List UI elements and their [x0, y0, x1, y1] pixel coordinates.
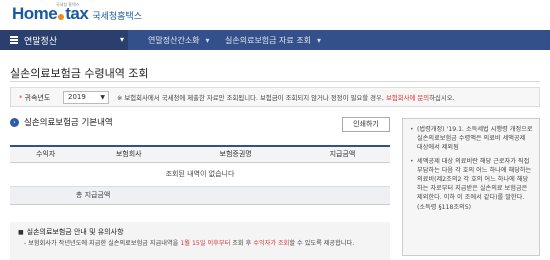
guide-highlight-date: 1월 15일 이후부터 — [180, 240, 231, 247]
column-header: 보험회사 — [81, 145, 177, 163]
divider — [10, 81, 540, 82]
breadcrumb-2-label: 실손의료보험금 자료 조회 — [225, 35, 312, 45]
guide-title: ■ 실손의료보험금 안내 및 유의사항 — [18, 227, 124, 237]
chevron-down-icon: ▾ — [119, 35, 124, 44]
filter-note-prefix: ※ 보험회사에서 국세청에 제출한 자료만 조회됩니다. 보험금이 조회되지 않… — [117, 94, 386, 102]
breadcrumb-1[interactable]: 연말정산간소화 ▾ — [148, 30, 210, 50]
logo-small-text: 국세청 홈택스 — [56, 2, 80, 7]
guide-text-suffix: 할 수 있도록 제공합니다. — [289, 240, 355, 247]
total-label: 총 지급금액 — [10, 186, 177, 205]
guide-title-text: 실손의료보험금 안내 및 유의사항 — [26, 228, 124, 236]
column-header: 보험증권명 — [176, 145, 295, 163]
chevron-down-icon: ▾ — [205, 35, 210, 45]
guide-text-prefix: - 보험회사가 작년년도에 지급한 실손의료보험금 지급내역을 — [24, 240, 181, 247]
nav-menu-label: 연말정산 — [24, 36, 58, 47]
square-bullet-icon: ■ — [18, 229, 24, 236]
section-title-text: 실손의료보험금 기본내역 — [24, 118, 113, 128]
logo-dot-icon — [58, 14, 65, 20]
column-header: 수익자 — [10, 145, 82, 163]
navbar: 연말정산 ▾ 연말정산간소화 ▾ 실손의료보험금 자료 조회 ▾ — [0, 30, 550, 50]
filter-box: * 귀속년도 2019 ▼ ※ 보험회사에서 국세청에 제출한 자료만 조회됩니다… — [10, 87, 540, 107]
filter-note: ※ 보험회사에서 국세청에 제출한 자료만 조회됩니다. 보험금이 조회되지 않… — [117, 93, 455, 102]
section-bullet-icon: › — [10, 117, 19, 127]
breadcrumb-1-label: 연말정산간소화 — [148, 35, 200, 45]
logo-bar: Home tax 국세청 홈택스 국세청홈택스 — [0, 0, 550, 28]
required-mark: * — [19, 94, 23, 102]
chevron-down-icon: ▼ — [100, 94, 105, 101]
section-title: › 실손의료보험금 기본내역 — [10, 116, 113, 128]
nav-menu-button[interactable]: 연말정산 ▾ — [0, 30, 128, 50]
guide-text: - 보험회사가 작년년도에 지급한 실손의료보험금 지급내역을 1월 15일 이… — [24, 239, 384, 249]
year-select[interactable]: 2019 ▼ — [63, 91, 109, 104]
chevron-down-icon: ▾ — [317, 35, 322, 45]
empty-message: 조회된 내역이 없습니다 — [10, 162, 390, 187]
filter-note-highlight: 보험회사에 문의 — [385, 94, 430, 102]
guide-box: ■ 실손의료보험금 안내 및 유의사항 - 보험회사가 작년년도에 지급한 실손의… — [10, 222, 390, 260]
total-value — [176, 186, 390, 205]
print-button[interactable]: 인쇄하기 — [342, 117, 390, 132]
year-label: * 귀속년도 — [19, 93, 50, 103]
guide-highlight-beneficiary: 수익자가 조회 — [253, 240, 290, 247]
hamburger-icon — [10, 36, 18, 44]
hometax-logo[interactable]: Home tax 국세청 홈택스 국세청홈택스 — [12, 2, 142, 24]
year-label-text: 귀속년도 — [24, 94, 51, 102]
side-info-box: (법령개정) '19.1. 소득세법 시행령 개정으로 실손의료보험금 수령액은… — [402, 118, 540, 256]
guide-text-middle: 조회 후 — [230, 240, 254, 247]
breadcrumb-2[interactable]: 실손의료보험금 자료 조회 ▾ — [225, 30, 321, 50]
logo-home-text: Home — [12, 4, 58, 23]
column-header: 지급금액 — [294, 145, 390, 163]
filter-note-suffix: 하십시오. — [429, 94, 455, 102]
side-note: (법령개정) '19.1. 소득세법 시행령 개정으로 실손의료보험금 수령액은… — [409, 125, 533, 153]
results-table: 수익자 보험회사 보험증권명 지급금액 조회된 내역이 없습니다 총 지급금액 — [10, 145, 390, 205]
page-title: 실손의료보험금 수령내역 조회 — [10, 67, 149, 80]
table-header-row: 수익자 보험회사 보험증권명 지급금액 — [10, 145, 390, 163]
total-row: 총 지급금액 — [10, 186, 390, 205]
side-note: 세액공제 대상 의료비란 해당 근로자가 직접 부담하는 다음 각 호의 어느 … — [409, 157, 533, 212]
org-name: 국세청홈택스 — [92, 12, 142, 22]
year-select-value: 2019 — [68, 93, 86, 101]
table-row: 조회된 내역이 없습니다 — [10, 162, 390, 187]
